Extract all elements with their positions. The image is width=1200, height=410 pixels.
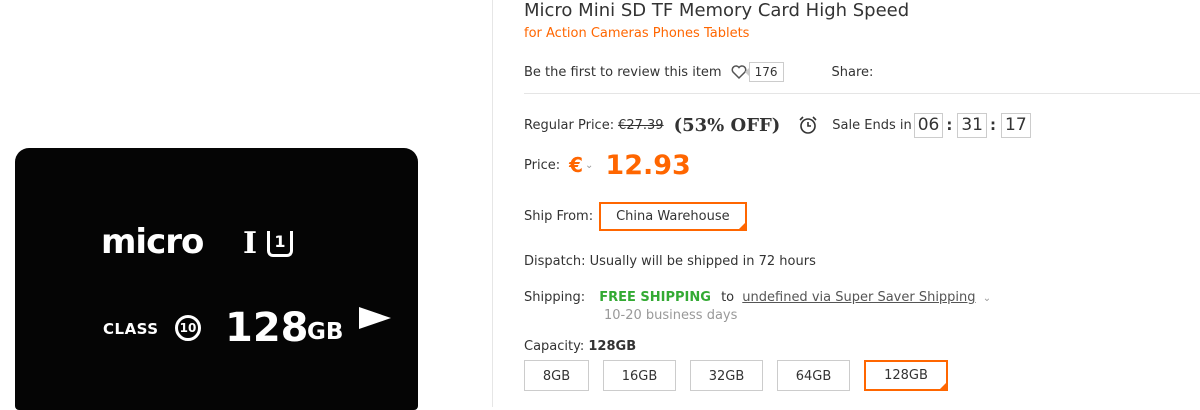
card-uhs-text: I <box>243 226 258 261</box>
countdown-separator: : <box>946 116 953 134</box>
capacity-selected: 128GB <box>588 339 637 354</box>
card-capacity-number: 128 <box>225 305 309 351</box>
countdown-hours: 06 <box>913 112 944 138</box>
capacity-option-16gb[interactable]: 16GB <box>603 360 676 391</box>
review-row: Be the first to review this item 176 Sha… <box>524 62 873 82</box>
dispatch-info: Dispatch: Usually will be shipped in 72 … <box>524 254 816 269</box>
shipping-method-dropdown[interactable]: undefined via Super Saver Shipping <box>742 290 975 305</box>
product-subtitle: for Action Cameras Phones Tablets <box>524 26 750 41</box>
capacity-row: Capacity: 128GB <box>524 339 636 354</box>
discount-badge: (53% OFF) <box>673 114 781 136</box>
chevron-down-icon[interactable]: ⌄ <box>983 293 991 304</box>
product-details: Micro Mini SD TF Memory Card High Speed … <box>524 0 1200 407</box>
currency-selector[interactable]: € <box>569 153 583 177</box>
capacity-option-32gb[interactable]: 32GB <box>690 360 763 391</box>
countdown-minutes: 31 <box>957 112 987 138</box>
capacity-option-128gb[interactable]: 128GB <box>864 360 948 391</box>
regular-price: €27.39 <box>618 117 664 133</box>
share-label: Share: <box>831 64 874 80</box>
chevron-down-icon[interactable]: ⌄ <box>585 160 593 171</box>
capacity-options: 8GB 16GB 32GB 64GB 128GB <box>524 360 962 391</box>
regular-price-row: Regular Price: €27.39 (53% OFF) Sale End… <box>524 111 1031 139</box>
product-image-pane: micro I 1 CLASS 10 128 GB <box>0 0 493 410</box>
countdown-separator: : <box>990 116 996 134</box>
price-row: Price: € ⌄ 12.93 <box>524 148 691 182</box>
card-class-text: CLASS <box>103 320 159 338</box>
price-label: Price: <box>524 157 561 173</box>
sale-ends-label: Sale Ends in <box>832 117 912 133</box>
capacity-label: Capacity: <box>524 339 585 354</box>
regular-price-label: Regular Price: <box>524 117 615 133</box>
product-image[interactable]: micro I 1 CLASS 10 128 GB <box>15 148 418 410</box>
ship-from-label: Ship From: <box>524 209 594 224</box>
free-shipping-badge: FREE SHIPPING <box>599 290 711 305</box>
card-brand-text: micro <box>101 222 204 262</box>
review-link[interactable]: Be the first to review this item <box>524 65 722 80</box>
card-insert-arrow-icon <box>359 307 391 329</box>
warehouse-option[interactable]: China Warehouse <box>599 202 747 231</box>
product-title: Micro Mini SD TF Memory Card High Speed <box>524 0 910 21</box>
capacity-option-64gb[interactable]: 64GB <box>777 360 850 391</box>
divider <box>524 93 1200 94</box>
shipping-to-text: to <box>721 290 735 305</box>
delivery-days: 10-20 business days <box>604 308 738 323</box>
alarm-clock-icon <box>799 116 817 134</box>
sale-price: 12.93 <box>605 149 691 181</box>
countdown-seconds: 17 <box>1001 112 1031 138</box>
favorite-count: 176 <box>744 62 784 82</box>
card-uhs-number: 1 <box>267 231 293 257</box>
shipping-row: Shipping: FREE SHIPPING to undefined via… <box>524 290 991 305</box>
card-class-number: 10 <box>175 315 201 341</box>
card-capacity-unit: GB <box>307 319 344 345</box>
ship-from-row: Ship From: China Warehouse <box>524 202 747 231</box>
shipping-label: Shipping: <box>524 290 586 305</box>
capacity-option-8gb[interactable]: 8GB <box>524 360 589 391</box>
